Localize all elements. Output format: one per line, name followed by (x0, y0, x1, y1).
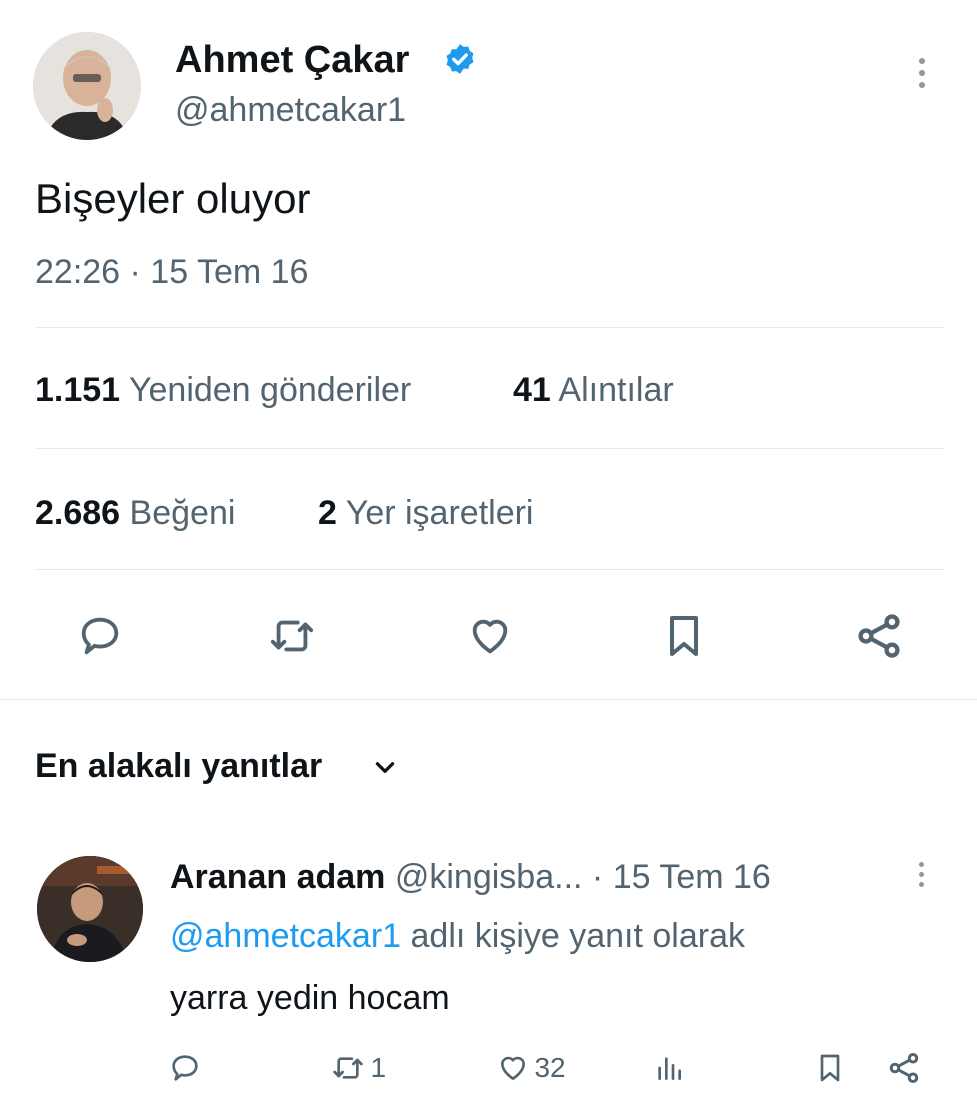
reply-like-button[interactable]: 32 (496, 1052, 566, 1084)
reply-date[interactable]: · 15 Tem 16 (592, 858, 771, 896)
bookmarks-label: Yer işaretleri (345, 494, 534, 532)
reply-to-mention[interactable]: @ahmetcakar1 (170, 917, 401, 955)
quotes-label: Alıntılar (558, 371, 674, 409)
chevron-down-icon[interactable] (370, 754, 400, 780)
likes-label: Beğeni (129, 494, 236, 532)
divider (35, 448, 945, 449)
reply-header: Aranan adam @kingisba... · 15 Tem 16 (170, 857, 771, 897)
likes-stat[interactable]: 2.686 Beğeni (35, 493, 235, 533)
share-icon[interactable] (853, 610, 905, 662)
reply-repost-count: 1 (370, 1052, 387, 1083)
repost-icon[interactable] (266, 613, 318, 659)
replies-sort-label: En alakalı yanıtlar (35, 747, 323, 785)
tweet-text: Bişeyler oluyor (35, 175, 311, 222)
reply-more-options-icon[interactable] (919, 862, 924, 892)
reply-author-handle[interactable]: @kingisba... (395, 858, 583, 896)
quotes-count: 41 (513, 371, 551, 409)
reply-like-count: 32 (534, 1052, 566, 1083)
reposts-label: Yeniden gönderiler (128, 371, 412, 409)
like-icon[interactable] (465, 613, 515, 659)
tweet-timestamp[interactable]: 22:26 · 15 Tem 16 (35, 252, 308, 292)
reply-repost-button[interactable]: 1 (330, 1052, 386, 1084)
bookmarks-count: 2 (318, 494, 337, 532)
reply-repost-icon (330, 1052, 366, 1084)
verified-badge-icon (443, 42, 477, 76)
reposts-count: 1.151 (35, 371, 121, 409)
quotes-stat[interactable]: 41 Alıntılar (513, 370, 674, 410)
reply-like-icon (496, 1052, 530, 1084)
reply-icon[interactable] (75, 613, 125, 659)
bookmarks-stat[interactable]: 2 Yer işaretleri (318, 493, 533, 533)
reply-author-name[interactable]: Aranan adam (170, 858, 385, 896)
author-handle[interactable]: @ahmetcakar1 (175, 90, 406, 130)
replies-sort-dropdown[interactable]: En alakalı yanıtlar (35, 745, 322, 787)
author-avatar[interactable] (33, 32, 141, 140)
author-name[interactable]: Ahmet Çakar (175, 38, 409, 82)
reply-share-icon[interactable] (886, 1050, 922, 1086)
reply-views-icon[interactable] (652, 1052, 686, 1084)
divider (35, 569, 945, 570)
reply-to-suffix: adlı kişiye yanıt olarak (410, 917, 746, 955)
reply-author-avatar[interactable] (37, 856, 143, 962)
divider (35, 327, 945, 328)
likes-count: 2.686 (35, 494, 121, 532)
bookmark-icon[interactable] (660, 610, 708, 662)
reply-bookmark-icon[interactable] (814, 1050, 846, 1086)
reply-text: yarra yedin hocam (170, 979, 450, 1017)
divider (0, 699, 977, 700)
reply-reply-icon[interactable] (168, 1052, 202, 1084)
reply-context: @ahmetcakar1 adlı kişiye yanıt olarak (170, 915, 745, 957)
reposts-stat[interactable]: 1.151 Yeniden gönderiler (35, 370, 411, 410)
more-options-icon[interactable] (919, 58, 925, 94)
